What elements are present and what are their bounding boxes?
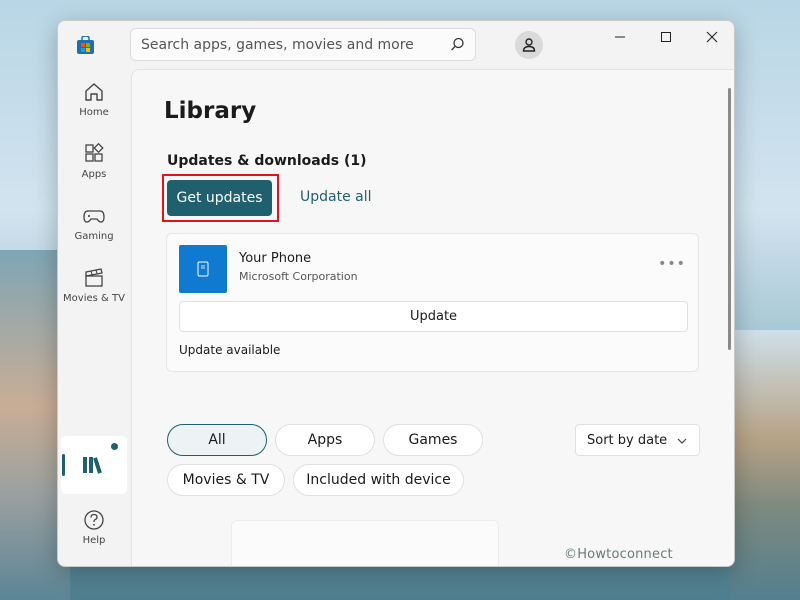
nav-item-apps[interactable]: Apps (58, 143, 130, 199)
library-item-card[interactable] (231, 520, 499, 566)
title-bar (58, 21, 734, 69)
library-icon (83, 457, 102, 474)
app-icon[interactable] (179, 245, 227, 293)
close-button[interactable] (689, 21, 734, 53)
scrollbar[interactable] (728, 88, 731, 350)
desktop-wallpaper-right (730, 330, 800, 600)
maximize-button[interactable] (643, 21, 689, 53)
search-input[interactable] (141, 35, 441, 55)
nav-item-label: Gaming (74, 231, 114, 242)
get-updates-button[interactable]: Get updates (167, 180, 272, 216)
nav-item-gaming[interactable]: Gaming (58, 205, 130, 261)
minimize-button[interactable] (597, 21, 643, 53)
nav-item-label: Apps (81, 169, 107, 180)
sort-dropdown[interactable]: Sort by date (575, 424, 700, 456)
filter-movies-tv[interactable]: Movies & TV (167, 464, 285, 496)
microsoft-store-window: Home Apps Gaming (57, 20, 735, 567)
nav-item-home[interactable]: Home (58, 81, 130, 137)
filter-all[interactable]: All (167, 424, 267, 456)
update-badge (111, 443, 118, 450)
left-navigation: Home Apps Gaming Movies & TV Help (58, 69, 130, 566)
home-icon (85, 83, 103, 101)
maximize-icon (661, 32, 671, 42)
nav-item-label: Home (79, 107, 109, 118)
sort-label: Sort by date (587, 432, 668, 448)
filter-apps[interactable]: Apps (275, 424, 375, 456)
person-icon (522, 38, 536, 52)
apps-icon (85, 143, 104, 162)
minimize-icon (615, 36, 625, 38)
filter-games[interactable]: Games (383, 424, 483, 456)
nav-item-movies-tv[interactable]: Movies & TV (58, 267, 130, 323)
nav-item-help[interactable]: Help (58, 509, 130, 565)
update-status: Update available (179, 343, 281, 357)
library-page: Library Updates & downloads (1) Get upda… (131, 69, 734, 566)
gaming-icon (83, 210, 105, 223)
filter-included-with-device[interactable]: Included with device (293, 464, 464, 496)
nav-item-label: Help (82, 535, 106, 546)
updates-section-title: Updates & downloads (1) (167, 153, 367, 169)
app-publisher: Microsoft Corporation (239, 270, 358, 283)
chevron-down-icon (677, 438, 687, 444)
update-all-button[interactable]: Update all (300, 189, 372, 205)
selected-indicator (62, 454, 65, 476)
movies-tv-icon (85, 268, 103, 287)
update-button[interactable]: Update (179, 301, 688, 332)
phone-icon (197, 261, 209, 277)
help-icon (84, 510, 104, 530)
page-title: Library (164, 98, 257, 124)
app-update-card: Your Phone Microsoft Corporation ••• Upd… (166, 233, 699, 372)
search-icon[interactable] (450, 37, 465, 52)
account-avatar[interactable] (515, 31, 543, 59)
watermark: ©Howtoconnect (564, 547, 673, 562)
nav-item-library[interactable] (61, 436, 127, 494)
search-box[interactable] (130, 28, 476, 61)
nav-item-label: Movies & TV (63, 293, 125, 304)
close-icon (706, 31, 718, 43)
app-name[interactable]: Your Phone (239, 251, 311, 266)
more-options-button[interactable]: ••• (658, 257, 686, 277)
store-logo-icon (77, 35, 94, 54)
